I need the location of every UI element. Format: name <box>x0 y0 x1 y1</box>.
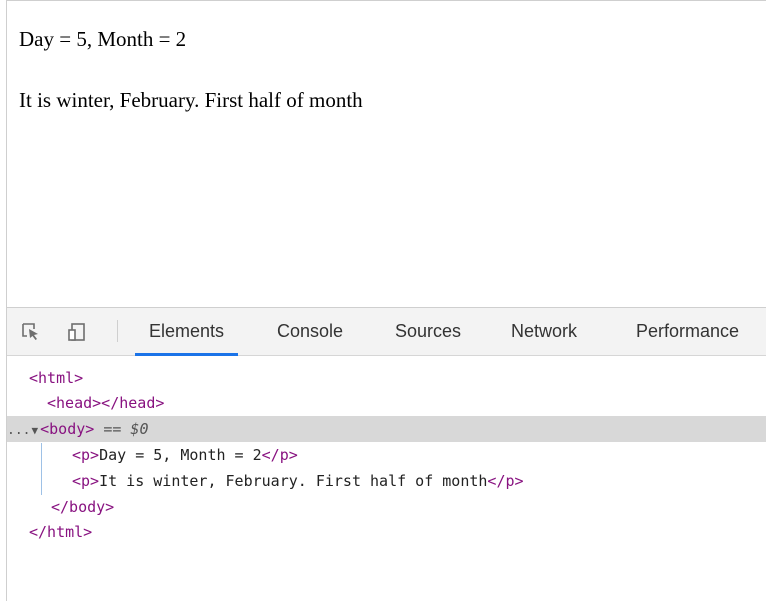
elements-dom-tree: <html> <head></head> ...▼ <body> == $0 <p… <box>7 356 766 603</box>
indent-guide <box>41 443 42 495</box>
tab-elements[interactable]: Elements <box>134 308 239 356</box>
node-actions-ellipsis[interactable]: ... <box>7 423 30 438</box>
p-open-tag: <p> <box>72 446 100 464</box>
p-close-tag: </p> <box>261 446 298 464</box>
dom-node-p1[interactable]: <p>Day = 5, Month = 2</p> <box>72 443 298 467</box>
tab-sources[interactable]: Sources <box>395 308 461 355</box>
dom-node-html[interactable]: <html> <box>29 366 83 390</box>
head-tag: <head></head> <box>47 394 165 412</box>
dom-node-body-close[interactable]: </body> <box>51 495 114 519</box>
device-toolbar-icon[interactable] <box>67 322 87 342</box>
tab-network[interactable]: Network <box>511 308 577 355</box>
dom-node-p2[interactable]: <p>It is winter, February. First half of… <box>72 469 524 493</box>
page-content: Day = 5, Month = 2 It is winter, Februar… <box>7 1 766 307</box>
paragraph-season: It is winter, February. First half of mo… <box>19 88 363 112</box>
tab-console[interactable]: Console <box>277 308 343 355</box>
expand-arrow-icon[interactable]: ▼ <box>31 419 38 443</box>
p2-text: It is winter, February. First half of mo… <box>99 472 488 490</box>
html-close-tag: </html> <box>29 523 93 541</box>
toolbar-divider <box>117 320 118 342</box>
body-close-tag: </body> <box>51 498 115 516</box>
dom-node-html-close[interactable]: </html> <box>29 520 92 544</box>
devtools-panel: Elements Console Sources Network Perform… <box>7 307 766 603</box>
tab-performance[interactable]: Performance <box>636 308 739 355</box>
p1-text: Day = 5, Month = 2 <box>99 446 262 464</box>
inspect-element-icon[interactable] <box>21 322 41 342</box>
dom-node-head[interactable]: <head></head> <box>47 391 164 415</box>
dom-node-body[interactable]: ...▼ <body> == $0 <box>7 417 148 441</box>
body-open-tag: <body> <box>40 420 95 438</box>
p-close-tag: </p> <box>487 472 524 490</box>
p-open-tag: <p> <box>72 472 100 490</box>
html-open-tag: <html> <box>29 369 84 387</box>
browser-frame: Day = 5, Month = 2 It is winter, Februar… <box>6 0 766 603</box>
devtools-toolbar: Elements Console Sources Network Perform… <box>7 308 766 356</box>
paragraph-day-month: Day = 5, Month = 2 <box>19 27 187 51</box>
selected-node-marker: == $0 <box>103 420 149 438</box>
